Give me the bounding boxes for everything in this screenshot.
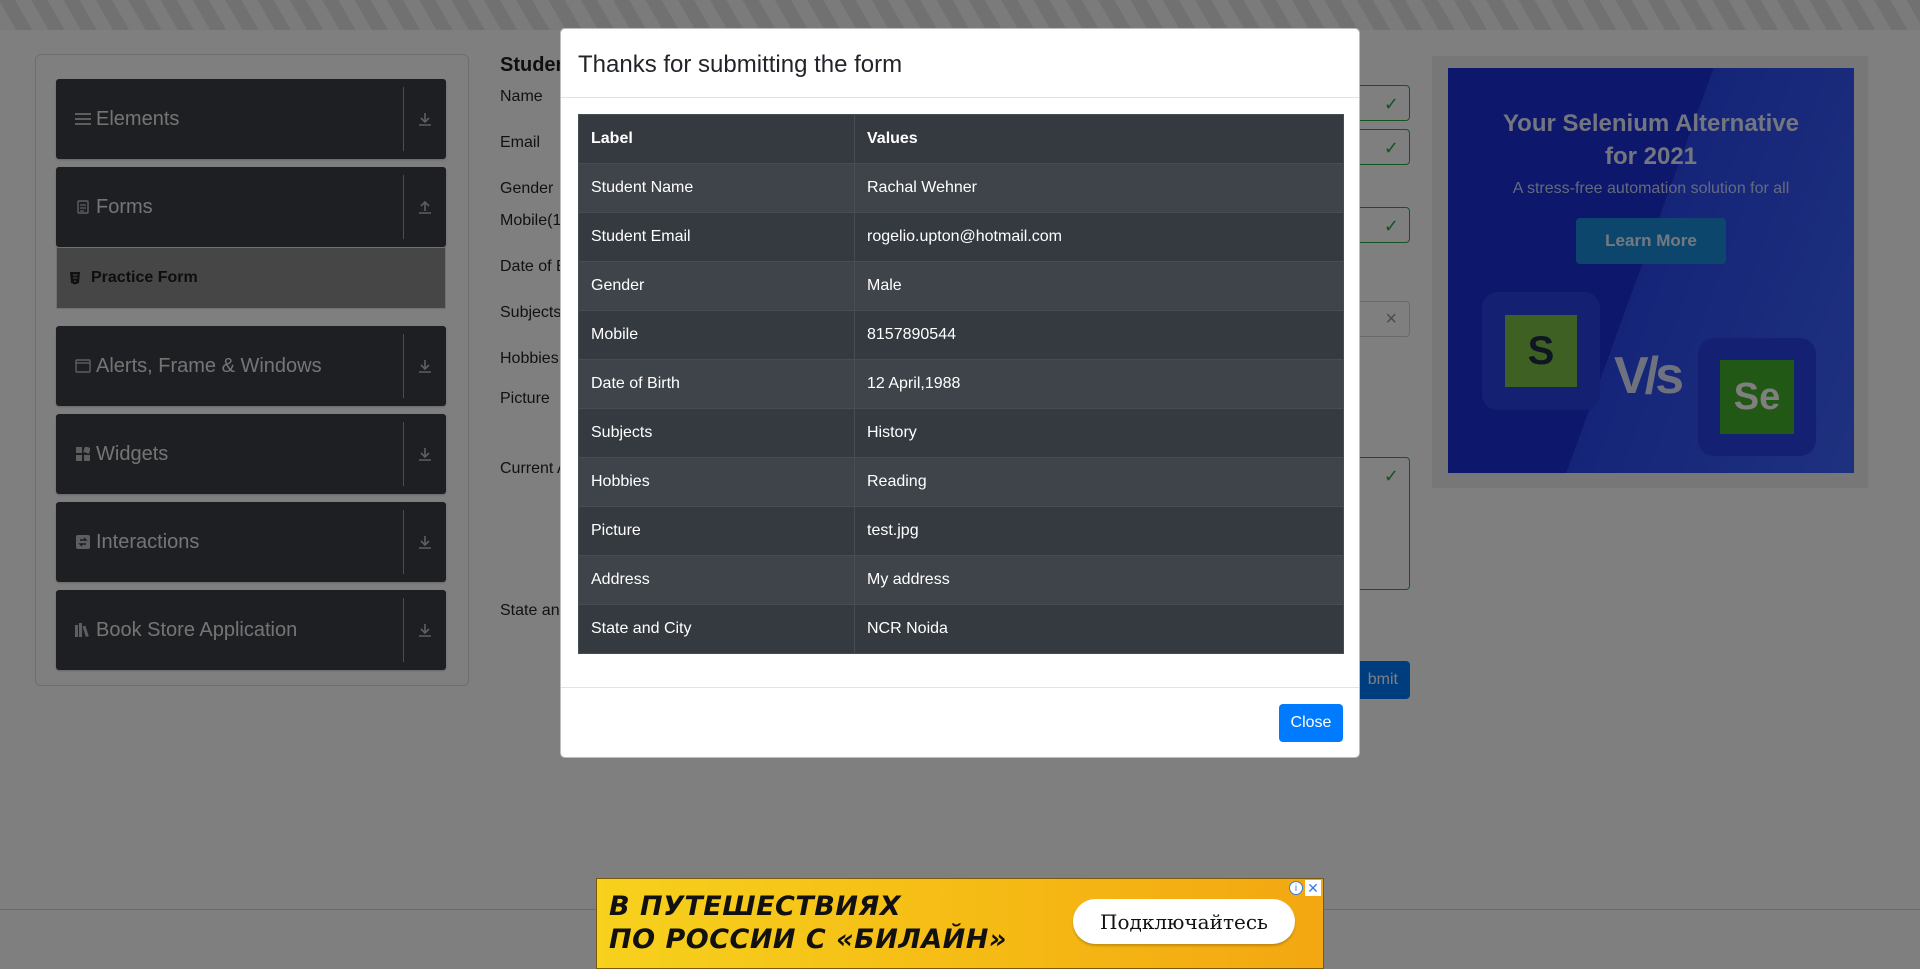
table-row: State and City NCR Noida — [578, 604, 1344, 654]
row-value: 8157890544 — [854, 310, 1344, 360]
submission-modal: Thanks for submitting the form Label Val… — [560, 28, 1360, 758]
table-row: Hobbies Reading — [578, 457, 1344, 507]
row-label: Date of Birth — [578, 359, 855, 409]
modal-header-divider — [561, 97, 1359, 98]
table-row: Picture test.jpg — [578, 506, 1344, 556]
ad-info-icon[interactable]: i — [1289, 881, 1303, 895]
row-label: Student Name — [578, 163, 855, 213]
row-label: Subjects — [578, 408, 855, 458]
modal-title: Thanks for submitting the form — [578, 51, 903, 78]
bottom-advertisement[interactable]: В ПУТЕШЕСТВИЯХ ПО РОССИИ С «БИЛАЙН» Подк… — [596, 878, 1324, 969]
results-table: Label Values Student Name Rachal Wehner S… — [578, 114, 1344, 654]
table-row: Address My address — [578, 555, 1344, 605]
row-value: Rachal Wehner — [854, 163, 1344, 213]
row-value: My address — [854, 555, 1344, 605]
row-value: test.jpg — [854, 506, 1344, 556]
table-row: Student Name Rachal Wehner — [578, 163, 1344, 213]
ad-text-line1: В ПУТЕШЕСТВИЯХ — [609, 891, 902, 922]
row-value: rogelio.upton@hotmail.com — [854, 212, 1344, 262]
table-header-row: Label Values — [578, 114, 1344, 164]
column-header-values: Values — [854, 114, 1344, 164]
ad-cta-button[interactable]: Подключайтесь — [1073, 899, 1295, 944]
close-button[interactable]: Close — [1279, 704, 1343, 742]
column-header-label: Label — [578, 114, 855, 164]
row-label: Address — [578, 555, 855, 605]
ad-text-line2: ПО РОССИИ С «БИЛАЙН» — [609, 924, 1007, 955]
row-label: State and City — [578, 604, 855, 654]
row-value: Reading — [854, 457, 1344, 507]
table-row: Date of Birth 12 April,1988 — [578, 359, 1344, 409]
row-label: Student Email — [578, 212, 855, 262]
table-row: Gender Male — [578, 261, 1344, 311]
row-label: Hobbies — [578, 457, 855, 507]
row-label: Mobile — [578, 310, 855, 360]
row-value: 12 April,1988 — [854, 359, 1344, 409]
table-row: Subjects History — [578, 408, 1344, 458]
row-label: Gender — [578, 261, 855, 311]
ad-close-icon[interactable]: ✕ — [1305, 880, 1321, 896]
row-value: NCR Noida — [854, 604, 1344, 654]
row-value: History — [854, 408, 1344, 458]
row-label: Picture — [578, 506, 855, 556]
table-row: Mobile 8157890544 — [578, 310, 1344, 360]
table-row: Student Email rogelio.upton@hotmail.com — [578, 212, 1344, 262]
row-value: Male — [854, 261, 1344, 311]
modal-footer-divider — [561, 687, 1359, 688]
